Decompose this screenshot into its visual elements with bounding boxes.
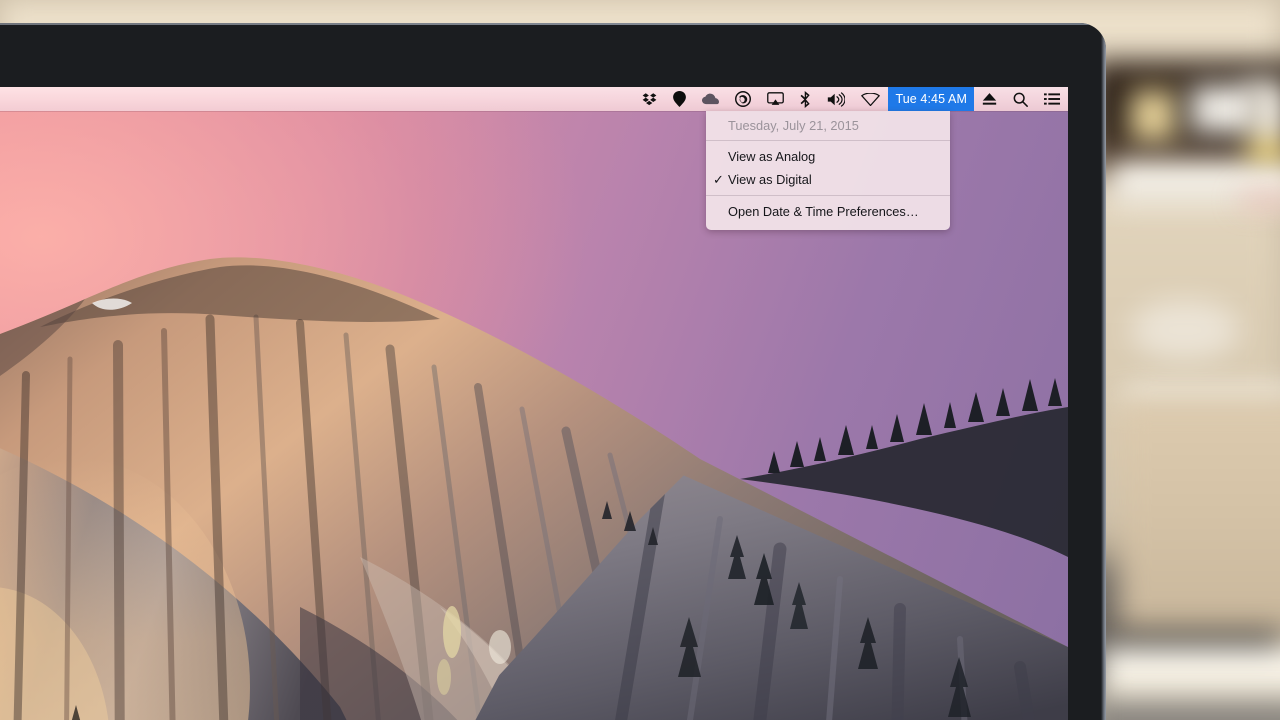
- shelf-item-box: [1130, 90, 1176, 142]
- eject-icon[interactable]: [974, 87, 1005, 111]
- menu-separator-1: [706, 140, 950, 141]
- desk-surface: [1090, 700, 1280, 720]
- clock-dropdown-menu[interactable]: Tuesday, July 21, 2015 View as Analog ✓ …: [706, 111, 950, 230]
- cloud-icon[interactable]: [694, 87, 727, 111]
- wood-cabinet: [1118, 400, 1280, 630]
- balloon-icon[interactable]: [665, 87, 694, 111]
- bluetooth-icon[interactable]: [792, 87, 819, 111]
- menu-item-open-date-time-preferences[interactable]: Open Date & Time Preferences…: [706, 200, 950, 223]
- airplay-icon[interactable]: [759, 87, 792, 111]
- cabinet-shadow: [1112, 628, 1280, 650]
- bezel-top-highlight: [0, 23, 1106, 25]
- shelf-item-pink: [1240, 196, 1280, 204]
- shelf-item-bottle: [1248, 80, 1280, 175]
- menu-separator-2: [706, 195, 950, 196]
- trailing-status-items: [974, 87, 1068, 111]
- dropbox-icon[interactable]: [634, 87, 665, 111]
- menu-date-header: Tuesday, July 21, 2015: [728, 118, 859, 133]
- notification-center-icon[interactable]: [1036, 87, 1068, 111]
- bezel-right-edge: [1101, 23, 1106, 720]
- creative-cloud-icon[interactable]: [727, 87, 759, 111]
- laptop-device: Tue 4:45 AM Tuesday, July 21, 2015 View …: [0, 23, 1106, 720]
- menu-item-view-as-digital[interactable]: ✓ View as Digital: [706, 168, 950, 191]
- wall-glow: [1130, 300, 1240, 360]
- laptop-screen: Tue 4:45 AM Tuesday, July 21, 2015 View …: [0, 87, 1068, 720]
- menu-bar[interactable]: Tue 4:45 AM: [0, 87, 1068, 111]
- menu-item-view-as-analog[interactable]: View as Analog: [706, 145, 950, 168]
- wifi-icon[interactable]: [853, 87, 888, 111]
- menu-item-label: View as Analog: [728, 149, 816, 164]
- status-menu-items: [634, 87, 888, 111]
- spotlight-search-icon[interactable]: [1005, 87, 1036, 111]
- checkmark-icon: ✓: [713, 172, 724, 187]
- menu-item-label: View as Digital: [728, 172, 812, 187]
- volume-icon[interactable]: [819, 87, 853, 111]
- menu-view-group: View as Analog ✓ View as Digital: [706, 142, 950, 194]
- menu-item-label: Open Date & Time Preferences…: [728, 204, 919, 219]
- menu-preferences-group: Open Date & Time Preferences…: [706, 197, 950, 226]
- menu-bar-clock[interactable]: Tue 4:45 AM: [888, 87, 974, 111]
